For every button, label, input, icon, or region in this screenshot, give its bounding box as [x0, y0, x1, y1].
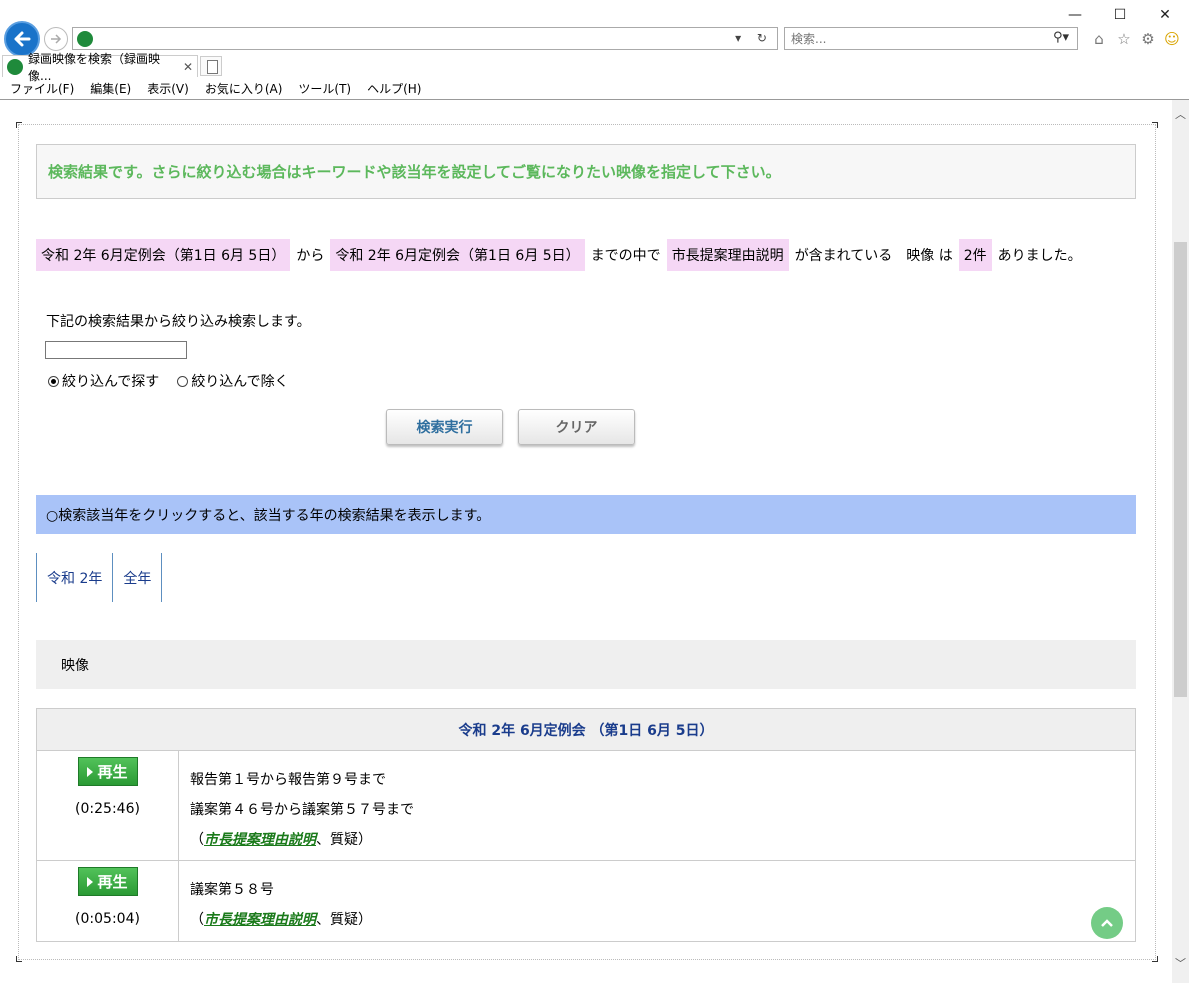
site-favicon-icon: [77, 31, 93, 47]
agenda-line: 報告第１号から報告第９号まで: [190, 772, 386, 788]
note-close: 、質疑）: [316, 912, 372, 928]
back-to-top-button[interactable]: [1091, 907, 1123, 939]
video-duration: (0:25:46): [75, 801, 140, 817]
video-duration: (0:05:04): [75, 911, 140, 927]
browser-chrome: — ☐ ✕ ▾ ↻ ⚲▾ ⌂ ☆ ⚙ ☺ 録画映像を検索（録画映像... ✕ フ…: [0, 0, 1189, 100]
play-icon: [87, 766, 94, 777]
play-icon: [87, 876, 94, 887]
menu-view[interactable]: 表示(V): [147, 80, 189, 97]
year-instruction: ○検索該当年をクリックすると、該当する年の検索結果を表示します。: [36, 495, 1136, 534]
search-summary: 令和 2年 6月定例会（第1日 6月 5日） から 令和 2年 6月定例会（第1…: [36, 239, 1088, 271]
menu-bar: ファイル(F) 編集(E) 表示(V) お気に入り(A) ツール(T) ヘルプ(…: [0, 78, 1189, 100]
video-description: 議案第５８号 （市長提案理由説明、質疑）: [178, 860, 1136, 942]
new-tab-button[interactable]: [200, 56, 222, 76]
session-title: 令和 2年 6月定例会 （第1日 6月 5日）: [36, 708, 1136, 751]
radio-exclude-label: 絞り込んで除く: [191, 374, 289, 390]
year-tab-reiwa2[interactable]: 令和 2年: [36, 553, 112, 602]
arrow-left-icon: [14, 31, 31, 47]
agenda-note: （市長提案理由説明、質疑）: [190, 905, 1135, 935]
play-button-label: 再生: [97, 763, 128, 781]
refine-label: 下記の検索結果から絞り込み検索します。: [46, 314, 311, 330]
scroll-up-icon[interactable]: ︿: [1172, 106, 1189, 121]
menu-favorites[interactable]: お気に入り(A): [205, 80, 283, 97]
arrow-right-icon: [51, 34, 62, 44]
summary-to: 令和 2年 6月定例会（第1日 6月 5日）: [330, 239, 585, 271]
close-window-button[interactable]: ✕: [1142, 4, 1188, 26]
agenda-line: 議案第５８号: [190, 882, 274, 898]
frame-corner: [1152, 956, 1158, 962]
play-button-label: 再生: [97, 873, 128, 891]
note-close: 、質疑）: [316, 832, 372, 848]
gear-icon[interactable]: ⚙: [1138, 29, 1158, 49]
year-tab-all[interactable]: 全年: [112, 553, 163, 602]
table-row: 再生 (0:25:46) 報告第１号から報告第９号まで 議案第４６号から議案第５…: [36, 750, 1136, 861]
summary-to-suffix: までの中で: [590, 248, 661, 264]
play-cell: 再生 (0:05:04): [36, 860, 179, 942]
scroll-thumb[interactable]: [1174, 242, 1187, 697]
tab-favicon-icon: [7, 58, 23, 75]
note-open: （: [190, 912, 204, 928]
section-title: 映像: [36, 640, 1136, 689]
radio-include[interactable]: [48, 375, 59, 387]
search-result-notice: 検索結果です。さらに絞り込む場合はキーワードや該当年を設定してご覧になりたい映像…: [36, 144, 1136, 199]
scroll-down-icon[interactable]: ﹀: [1172, 955, 1189, 970]
play-button[interactable]: 再生: [77, 867, 138, 896]
table-row: 再生 (0:05:04) 議案第５８号 （市長提案理由説明、質疑）: [36, 860, 1136, 942]
address-controls[interactable]: ▾ ↻: [735, 31, 773, 45]
radio-include-label: 絞り込んで探す: [62, 374, 160, 390]
agenda-note: （市長提案理由説明、質疑）: [190, 825, 1135, 855]
search-execute-button[interactable]: 検索実行: [386, 409, 503, 445]
menu-edit[interactable]: 編集(E): [90, 80, 131, 97]
address-bar[interactable]: ▾ ↻: [72, 27, 778, 50]
video-description: 報告第１号から報告第９号まで 議案第４６号から議案第５７号まで （市長提案理由説…: [178, 750, 1136, 861]
menu-help[interactable]: ヘルプ(H): [367, 80, 421, 97]
browser-tab[interactable]: 録画映像を検索（録画映像... ✕: [2, 52, 198, 83]
play-button[interactable]: 再生: [77, 757, 138, 786]
smiley-icon[interactable]: ☺: [1162, 29, 1182, 49]
radio-exclude[interactable]: [177, 375, 189, 387]
summary-from: 令和 2年 6月定例会（第1日 6月 5日）: [36, 239, 291, 271]
maximize-button[interactable]: ☐: [1097, 4, 1143, 26]
tab-close-icon[interactable]: ✕: [183, 60, 193, 74]
play-cell: 再生 (0:25:46): [36, 750, 179, 861]
minimize-button[interactable]: —: [1052, 4, 1098, 26]
summary-from-suffix: から: [296, 248, 325, 264]
forward-button[interactable]: [44, 27, 68, 51]
home-icon[interactable]: ⌂: [1089, 29, 1109, 49]
note-open: （: [190, 832, 204, 848]
summary-keyword: 市長提案理由説明: [666, 239, 789, 271]
refine-mode-radios: 絞り込んで探す 絞り込んで除く: [48, 371, 307, 391]
chevron-up-icon: [1101, 919, 1113, 927]
keyword-link[interactable]: 市長提案理由説明: [204, 912, 316, 928]
vertical-scrollbar[interactable]: ︿ ﹀: [1172, 100, 1189, 983]
search-icon[interactable]: ⚲▾: [1053, 30, 1069, 45]
summary-keyword-suffix: が含まれている 映像 は: [794, 248, 953, 264]
frame-corner: [16, 956, 22, 962]
keyword-link[interactable]: 市長提案理由説明: [204, 832, 316, 848]
summary-count: 2件: [958, 239, 992, 271]
year-tabs: 令和 2年 全年: [36, 553, 163, 602]
menu-tools[interactable]: ツール(T): [298, 80, 351, 97]
radio-include-option[interactable]: 絞り込んで探す: [48, 371, 159, 391]
refine-keyword-input[interactable]: [45, 341, 187, 359]
star-icon[interactable]: ☆: [1114, 29, 1134, 49]
frame-corner: [16, 122, 22, 128]
browser-search-box[interactable]: ⚲▾: [784, 27, 1078, 50]
summary-count-suffix: ありました。: [997, 248, 1082, 264]
clear-button[interactable]: クリア: [518, 409, 635, 445]
radio-exclude-option[interactable]: 絞り込んで除く: [177, 371, 289, 391]
agenda-line: 議案第４６号から議案第５７号まで: [190, 802, 414, 818]
browser-search-input[interactable]: [785, 28, 1025, 49]
menu-file[interactable]: ファイル(F): [10, 80, 74, 97]
frame-corner: [1152, 122, 1158, 128]
results-table: 令和 2年 6月定例会 （第1日 6月 5日） 再生 (0:25:46) 報告第…: [36, 708, 1136, 942]
